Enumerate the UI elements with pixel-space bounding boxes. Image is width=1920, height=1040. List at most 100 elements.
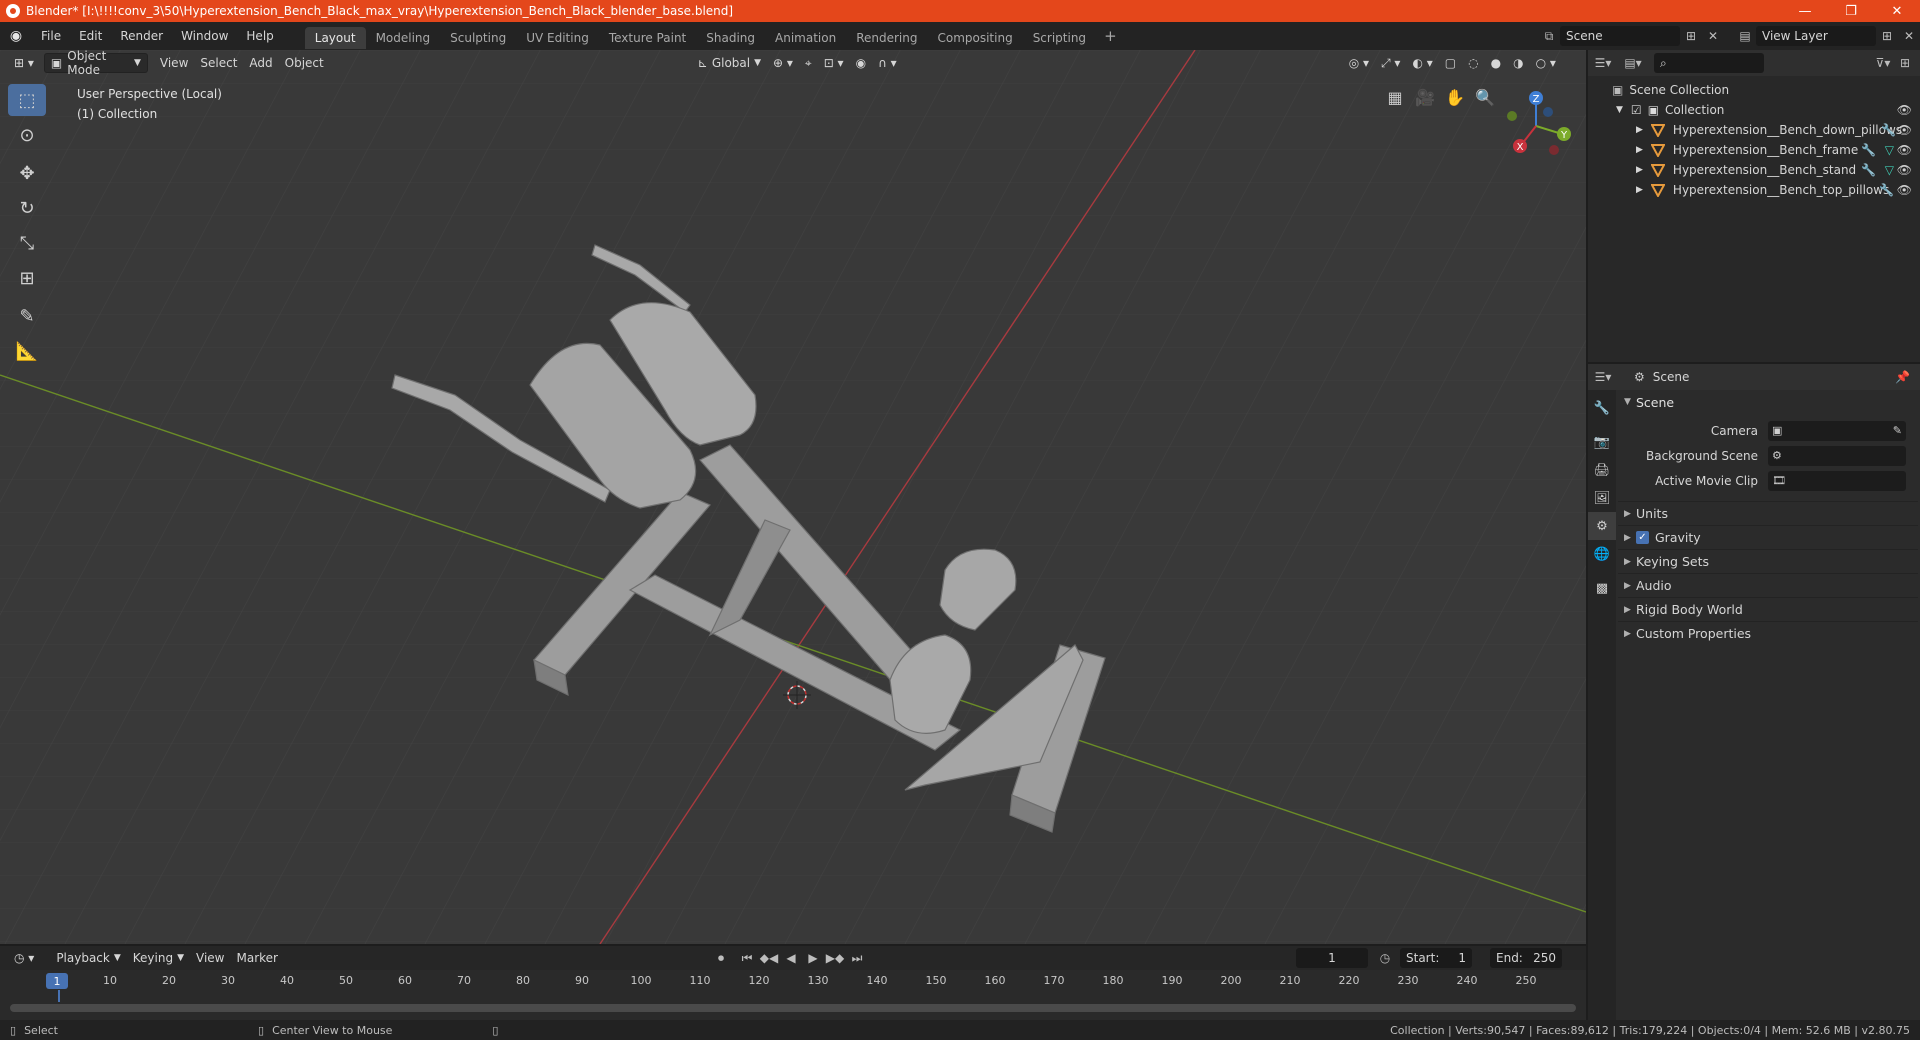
pan-view-icon[interactable]: ✋ [1440, 84, 1470, 110]
new-scene-icon[interactable]: ⊞ [1680, 26, 1702, 46]
outliner-row-scene-collection[interactable]: ▣ Scene Collection [1588, 80, 1920, 100]
gizmo-toggle-icon[interactable]: ⤢ ▾ [1375, 53, 1406, 73]
tab-uv-editing[interactable]: UV Editing [516, 27, 599, 49]
editor-type-icon[interactable]: ⊞ ▾ [8, 53, 40, 73]
eye-icon[interactable]: 👁 [1897, 163, 1912, 177]
viewport-menu-view[interactable]: View [154, 53, 194, 73]
pin-icon[interactable]: 📌 [1895, 370, 1910, 384]
xray-icon[interactable]: ▢ [1439, 53, 1462, 73]
minimize-button[interactable]: — [1782, 0, 1828, 22]
prev-keyframe-icon[interactable]: ◆◀ [758, 948, 780, 968]
pivot-point-icon[interactable]: ⊕ ▾ [767, 53, 799, 73]
close-button[interactable]: ✕ [1874, 0, 1920, 22]
tab-sculpting[interactable]: Sculpting [440, 27, 516, 49]
render-tab-icon[interactable]: 📷 [1588, 428, 1616, 456]
menu-window[interactable]: Window [172, 22, 237, 50]
measure-tool-icon[interactable]: 📐 [8, 335, 46, 367]
snap-icon[interactable]: ⌖ [799, 53, 818, 73]
annotate-tool-icon[interactable]: ✎ [8, 300, 46, 332]
timeline-scrollbar[interactable] [10, 1004, 1576, 1012]
proportional-edit-icon[interactable]: ◉ [850, 53, 872, 73]
visibility-icon[interactable]: ◎ ▾ [1343, 53, 1375, 73]
shading-rendered-icon[interactable]: ○ ▾ [1530, 53, 1562, 73]
timeline-ruler[interactable]: 1 10 20 30 40 50 60 70 80 90 100 110 120… [0, 972, 1586, 990]
outliner-row-object[interactable]: ▶ Hyperextension__Bench_top_pillows 🔧 👁 [1588, 180, 1920, 200]
preview-range-icon[interactable]: ◷ [1374, 948, 1396, 968]
record-icon[interactable]: ⏺ [710, 948, 732, 968]
rotate-tool-icon[interactable]: ↻ [8, 192, 46, 224]
start-frame-field[interactable]: Start: 1 [1400, 948, 1472, 968]
audio-panel[interactable]: ▶ Audio [1618, 573, 1918, 597]
zoom-view-icon[interactable]: 🔍 [1470, 84, 1500, 110]
units-panel[interactable]: ▶ Units [1618, 501, 1918, 525]
timeline-editor-type-icon[interactable]: ◷ ▾ [8, 948, 40, 968]
tab-modeling[interactable]: Modeling [366, 27, 441, 49]
jump-start-icon[interactable]: ⏮ [736, 948, 758, 968]
modifier-icon[interactable]: 🔧 [1879, 183, 1894, 197]
tab-animation[interactable]: Animation [765, 27, 846, 49]
expand-arrow-icon[interactable]: ▶ [1636, 165, 1643, 175]
tab-shading[interactable]: Shading [696, 27, 765, 49]
tool-tab-icon[interactable]: 🔧 [1588, 394, 1616, 422]
scene-selector[interactable]: Scene [1560, 26, 1680, 46]
eyedropper-icon[interactable]: ✎ [1893, 424, 1902, 437]
outliner-row-object[interactable]: ▶ Hyperextension__Bench_stand 🔧 ▽ 👁 [1588, 160, 1920, 180]
active-movie-clip-field[interactable]: 🎞 [1768, 470, 1906, 491]
display-mode-icon[interactable]: ▤▾ [1622, 53, 1644, 73]
viewport-menu-select[interactable]: Select [194, 53, 243, 73]
select-box-tool-icon[interactable]: ⬚ [8, 84, 46, 116]
blender-logo-icon[interactable]: ◉ [0, 22, 32, 50]
tab-texture-paint[interactable]: Texture Paint [599, 27, 696, 49]
modifier-icon[interactable]: 🔧 [1861, 163, 1876, 177]
tab-layout[interactable]: Layout [304, 26, 366, 49]
view-layer-tab-icon[interactable]: 🖼 [1588, 484, 1616, 512]
delete-scene-icon[interactable]: ✕ [1702, 26, 1724, 46]
menu-edit[interactable]: Edit [70, 22, 111, 50]
timeline-menu-playback[interactable]: Playback ▼ [50, 948, 126, 968]
camera-view-icon[interactable]: 🎥 [1410, 84, 1440, 110]
current-frame-indicator[interactable]: 1 [46, 973, 68, 989]
menu-render[interactable]: Render [111, 22, 172, 50]
delete-view-layer-icon[interactable]: ✕ [1898, 26, 1920, 46]
toggle-view-icon[interactable]: ▦ [1380, 84, 1410, 110]
add-workspace-button[interactable]: + [1096, 27, 1125, 45]
checkbox-icon[interactable]: ☑ [1631, 103, 1642, 117]
modifier-icon[interactable]: 🔧 [1881, 123, 1896, 137]
falloff-icon[interactable]: ∩ ▾ [872, 53, 903, 73]
next-keyframe-icon[interactable]: ▶◆ [824, 948, 846, 968]
expand-arrow-icon[interactable]: ▶ [1636, 125, 1643, 135]
current-frame-field[interactable]: 1 [1296, 948, 1368, 968]
shading-wireframe-icon[interactable]: ◌ [1462, 53, 1484, 73]
outliner-row-object[interactable]: ▶ Hyperextension__Bench_down_pillows 🔧 👁 [1588, 120, 1920, 140]
scene-panel-header[interactable]: ▼ Scene [1618, 390, 1918, 414]
play-reverse-icon[interactable]: ◀ [780, 948, 802, 968]
scene-tab-icon[interactable]: ⚙ [1588, 512, 1616, 540]
outliner-row-object[interactable]: ▶ Hyperextension__Bench_frame 🔧 ▽ 👁 [1588, 140, 1920, 160]
eye-icon[interactable]: 👁 [1897, 103, 1912, 117]
outliner-row-collection[interactable]: ▼ ☑ ▣ Collection 👁 [1588, 100, 1920, 120]
gravity-panel[interactable]: ▶ ✓ Gravity [1618, 525, 1918, 549]
transform-tool-icon[interactable]: ⊞ [8, 262, 46, 294]
filter-icon[interactable]: ⊽▾ [1872, 53, 1894, 73]
eye-icon[interactable]: 👁 [1897, 183, 1912, 197]
output-tab-icon[interactable]: 🖨 [1588, 456, 1616, 484]
maximize-button[interactable]: ❐ [1828, 0, 1874, 22]
camera-field[interactable]: ▣ ✎ [1768, 420, 1906, 441]
world-tab-icon[interactable]: 🌐 [1588, 540, 1616, 568]
expand-arrow-icon[interactable]: ▶ [1636, 145, 1643, 155]
rigid-body-world-panel[interactable]: ▶ Rigid Body World [1618, 597, 1918, 621]
navigation-gizmo[interactable]: Z Y X [1498, 86, 1578, 166]
cursor-tool-icon[interactable]: ⊙ [8, 119, 46, 151]
new-view-layer-icon[interactable]: ⊞ [1876, 26, 1898, 46]
timeline-menu-keying[interactable]: Keying ▼ [127, 948, 190, 968]
jump-end-icon[interactable]: ⏭ [846, 948, 868, 968]
view-layer-browse-icon[interactable]: ▤ [1734, 26, 1756, 46]
view-layer-selector[interactable]: View Layer [1756, 26, 1876, 46]
mesh-data-icon[interactable]: ▽ [1885, 163, 1894, 177]
expand-arrow-icon[interactable]: ▶ [1636, 185, 1643, 195]
texture-tab-icon[interactable]: ▩ [1588, 574, 1616, 602]
keying-sets-panel[interactable]: ▶ Keying Sets [1618, 549, 1918, 573]
expand-arrow-icon[interactable]: ▼ [1616, 105, 1623, 115]
eye-icon[interactable]: 👁 [1897, 123, 1912, 137]
tab-scripting[interactable]: Scripting [1023, 27, 1096, 49]
